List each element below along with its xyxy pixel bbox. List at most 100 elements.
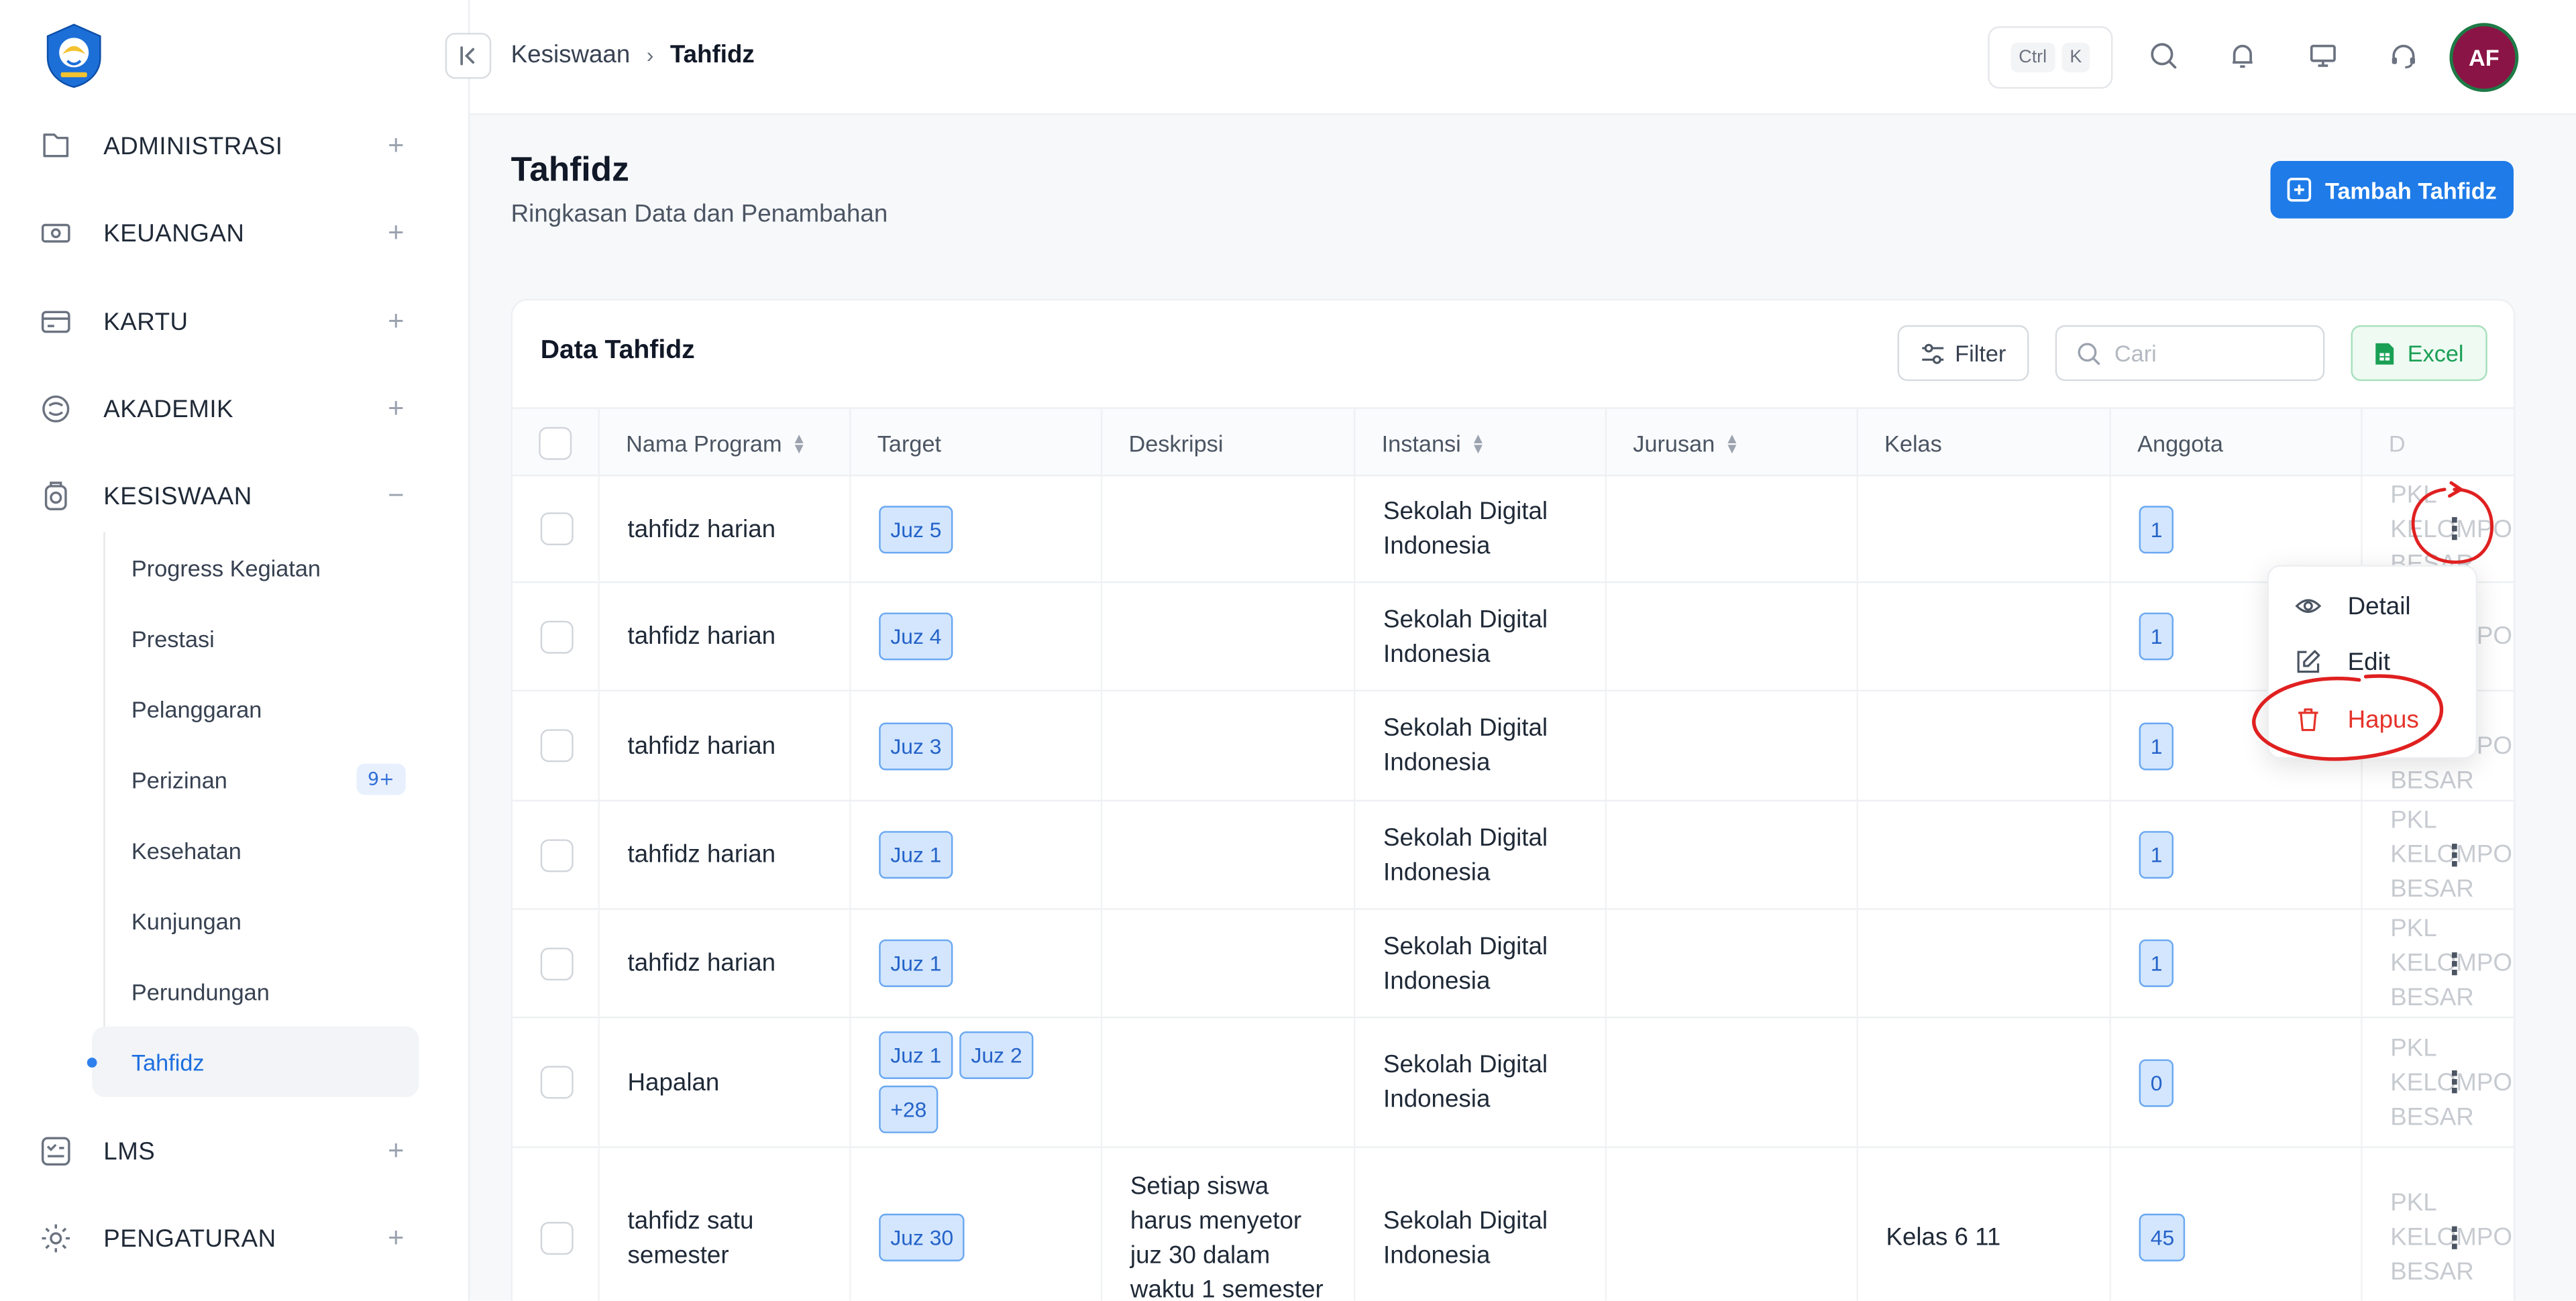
kebab-menu-icon[interactable]: ⋮ — [2438, 1066, 2471, 1100]
sidebar-item-kunjungan[interactable]: Kunjungan — [105, 885, 419, 956]
card-title: Data Tahfidz — [540, 337, 695, 365]
row-checkbox[interactable] — [540, 512, 574, 546]
column-header-target: Target — [849, 408, 1101, 478]
menu-hapus-label: Hapus — [2347, 705, 2419, 734]
column-header-kelas: Kelas — [1856, 408, 2109, 478]
column-header-label: Deskripsi — [1128, 430, 1224, 457]
sidebar-group-lms[interactable]: LMS + — [40, 1119, 417, 1184]
bell-icon[interactable] — [2222, 36, 2262, 76]
table-row[interactable]: tahfidz harian Juz 3 Sekolah Digital Indon… — [513, 691, 2514, 802]
cell-nama-program: tahfidz harian — [598, 476, 849, 581]
table-row[interactable]: tahfidz satu semester Juz 30 Setiap siswa … — [513, 1147, 2514, 1301]
row-checkbox[interactable] — [540, 620, 574, 653]
column-header-label: D — [2388, 430, 2406, 457]
sidebar-group-administrasi[interactable]: ADMINISTRASI + — [40, 113, 417, 179]
kebab-menu-icon[interactable]: ⋮ — [2438, 838, 2471, 872]
kebab-menu-icon[interactable]: ⋮ — [2438, 512, 2471, 546]
sidebar-item-label: Kunjungan — [131, 907, 241, 934]
sidebar-item-prestasi[interactable]: Prestasi — [105, 603, 419, 673]
expand-icon[interactable]: + — [388, 306, 404, 339]
target-chip: Juz 2 — [959, 1031, 1034, 1079]
row-checkbox[interactable] — [540, 1221, 574, 1254]
chevron-right-icon: › — [646, 42, 654, 68]
school-logo[interactable] — [40, 21, 109, 91]
sort-icon[interactable]: ▲ ▼ — [1470, 431, 1485, 456]
sort-icon[interactable]: ▲ ▼ — [792, 431, 806, 456]
row-checkbox[interactable] — [540, 946, 574, 980]
sidebar-item-perundungan[interactable]: Perundungan — [105, 956, 419, 1026]
monitor-icon[interactable] — [2303, 36, 2343, 76]
cell-instansi: Sekolah Digital Indonesia — [1353, 801, 1605, 909]
instansi-text: Sekolah Digital Indonesia — [1383, 824, 1548, 887]
lms-icon — [40, 1135, 72, 1168]
headset-icon[interactable] — [2383, 36, 2423, 76]
menu-item-detail[interactable]: Detail — [2269, 578, 2479, 634]
column-header-instansi[interactable]: Instansi ▲ ▼ — [1353, 408, 1605, 478]
menu-item-edit[interactable]: Edit — [2269, 634, 2479, 689]
collapse-sidebar-button[interactable] — [445, 32, 492, 79]
excel-label: Excel — [2407, 339, 2464, 367]
sidebar-group-kesiswaan[interactable]: KESISWAAN − — [40, 463, 417, 529]
student-icon — [40, 479, 72, 512]
anggota-count: 45 — [2139, 1213, 2186, 1261]
expand-icon[interactable]: + — [388, 1135, 404, 1168]
command-palette-shortcut[interactable]: Ctrl K — [1988, 26, 2113, 89]
cell-instansi: Sekolah Digital Indonesia — [1353, 1018, 1605, 1147]
table-row[interactable]: tahfidz harian Juz 1 Sekolah Digital Indon… — [513, 909, 2514, 1019]
sidebar: ADMINISTRASI + KEUANGAN + KARTU + AKADEMIK + KES… — [0, 0, 470, 1301]
column-header-label: Target — [877, 430, 942, 457]
collapse-icon[interactable]: − — [388, 479, 404, 512]
table-row[interactable]: tahfidz harian Juz 5 Sekolah Digital Indon… — [513, 476, 2514, 583]
cell-kelas — [1856, 909, 2109, 1017]
nama-program-text: tahfidz satu semester — [627, 1206, 754, 1269]
excel-export-button[interactable]: Excel — [2351, 325, 2487, 382]
column-header-nama-program[interactable]: Nama Program ▲ ▼ — [598, 408, 849, 478]
sidebar-group-kartu[interactable]: KARTU + — [40, 289, 417, 355]
cell-kelas — [1856, 1018, 2109, 1147]
column-header-jurusan[interactable]: Jurusan ▲ ▼ — [1605, 408, 1857, 478]
cell-target: Juz 30 — [849, 1147, 1101, 1301]
sort-icon[interactable]: ▲ ▼ — [1725, 431, 1739, 456]
breadcrumb-kesiswaan[interactable]: Kesiswaan — [511, 41, 631, 69]
expand-icon[interactable]: + — [388, 217, 404, 249]
cell-jurusan — [1605, 909, 1857, 1017]
table-row[interactable]: Hapalan Juz 1 Juz 2 +28 Sekolah Digital Indo… — [513, 1018, 2514, 1148]
select-all-checkbox[interactable] — [539, 427, 572, 460]
sidebar-item-perizinan[interactable]: Perizinan 9+ — [105, 744, 419, 814]
filter-button[interactable]: Filter — [1897, 325, 2029, 382]
cell-jurusan — [1605, 1147, 1857, 1301]
sidebar-group-akademik[interactable]: AKADEMIK + — [40, 376, 417, 442]
cell-kelas — [1856, 691, 2109, 800]
sidebar-item-progress-kegiatan[interactable]: Progress Kegiatan — [105, 532, 419, 602]
row-checkbox[interactable] — [540, 838, 574, 872]
sidebar-item-pelanggaran[interactable]: Pelanggaran — [105, 673, 419, 744]
table-row[interactable]: tahfidz harian Juz 4 Sekolah Digital Indon… — [513, 583, 2514, 692]
sidebar-group-keuangan[interactable]: KEUANGAN + — [40, 201, 417, 266]
filter-label: Filter — [1955, 339, 2006, 367]
kebab-menu-icon[interactable]: ⋮ — [2438, 1221, 2471, 1255]
table-row[interactable]: tahfidz harian Juz 1 Sekolah Digital Indon… — [513, 801, 2514, 910]
cell-target: Juz 5 — [849, 476, 1101, 581]
sidebar-group-label: ADMINISTRASI — [103, 132, 283, 160]
row-checkbox[interactable] — [540, 1066, 574, 1099]
cell-anggota: 1 — [2109, 909, 2361, 1017]
expand-icon[interactable]: + — [388, 392, 404, 425]
notification-badge: 9+ — [356, 763, 406, 795]
row-select-cell — [513, 691, 598, 800]
user-avatar[interactable]: AF — [2453, 26, 2516, 89]
sidebar-group-label: PENGATURAN — [103, 1224, 276, 1253]
sidebar-item-kesehatan[interactable]: Kesehatan — [105, 815, 419, 885]
search-icon[interactable] — [2144, 36, 2184, 76]
sidebar-item-tahfidz[interactable]: Tahfidz — [87, 1026, 419, 1097]
cell-nama-program: tahfidz harian — [598, 691, 849, 800]
row-checkbox[interactable] — [540, 729, 574, 762]
kebab-menu-icon[interactable]: ⋮ — [2438, 947, 2471, 980]
cell-anggota: 0 — [2109, 1018, 2361, 1147]
expand-icon[interactable]: + — [388, 129, 404, 162]
menu-item-hapus[interactable]: Hapus — [2269, 691, 2479, 747]
add-tahfidz-button[interactable]: Tambah Tahfidz — [2270, 161, 2514, 219]
sidebar-group-pengaturan[interactable]: PENGATURAN + — [40, 1206, 417, 1271]
search-input[interactable] — [2114, 339, 2296, 367]
instansi-text: Sekolah Digital Indonesia — [1383, 931, 1548, 995]
expand-icon[interactable]: + — [388, 1222, 404, 1255]
